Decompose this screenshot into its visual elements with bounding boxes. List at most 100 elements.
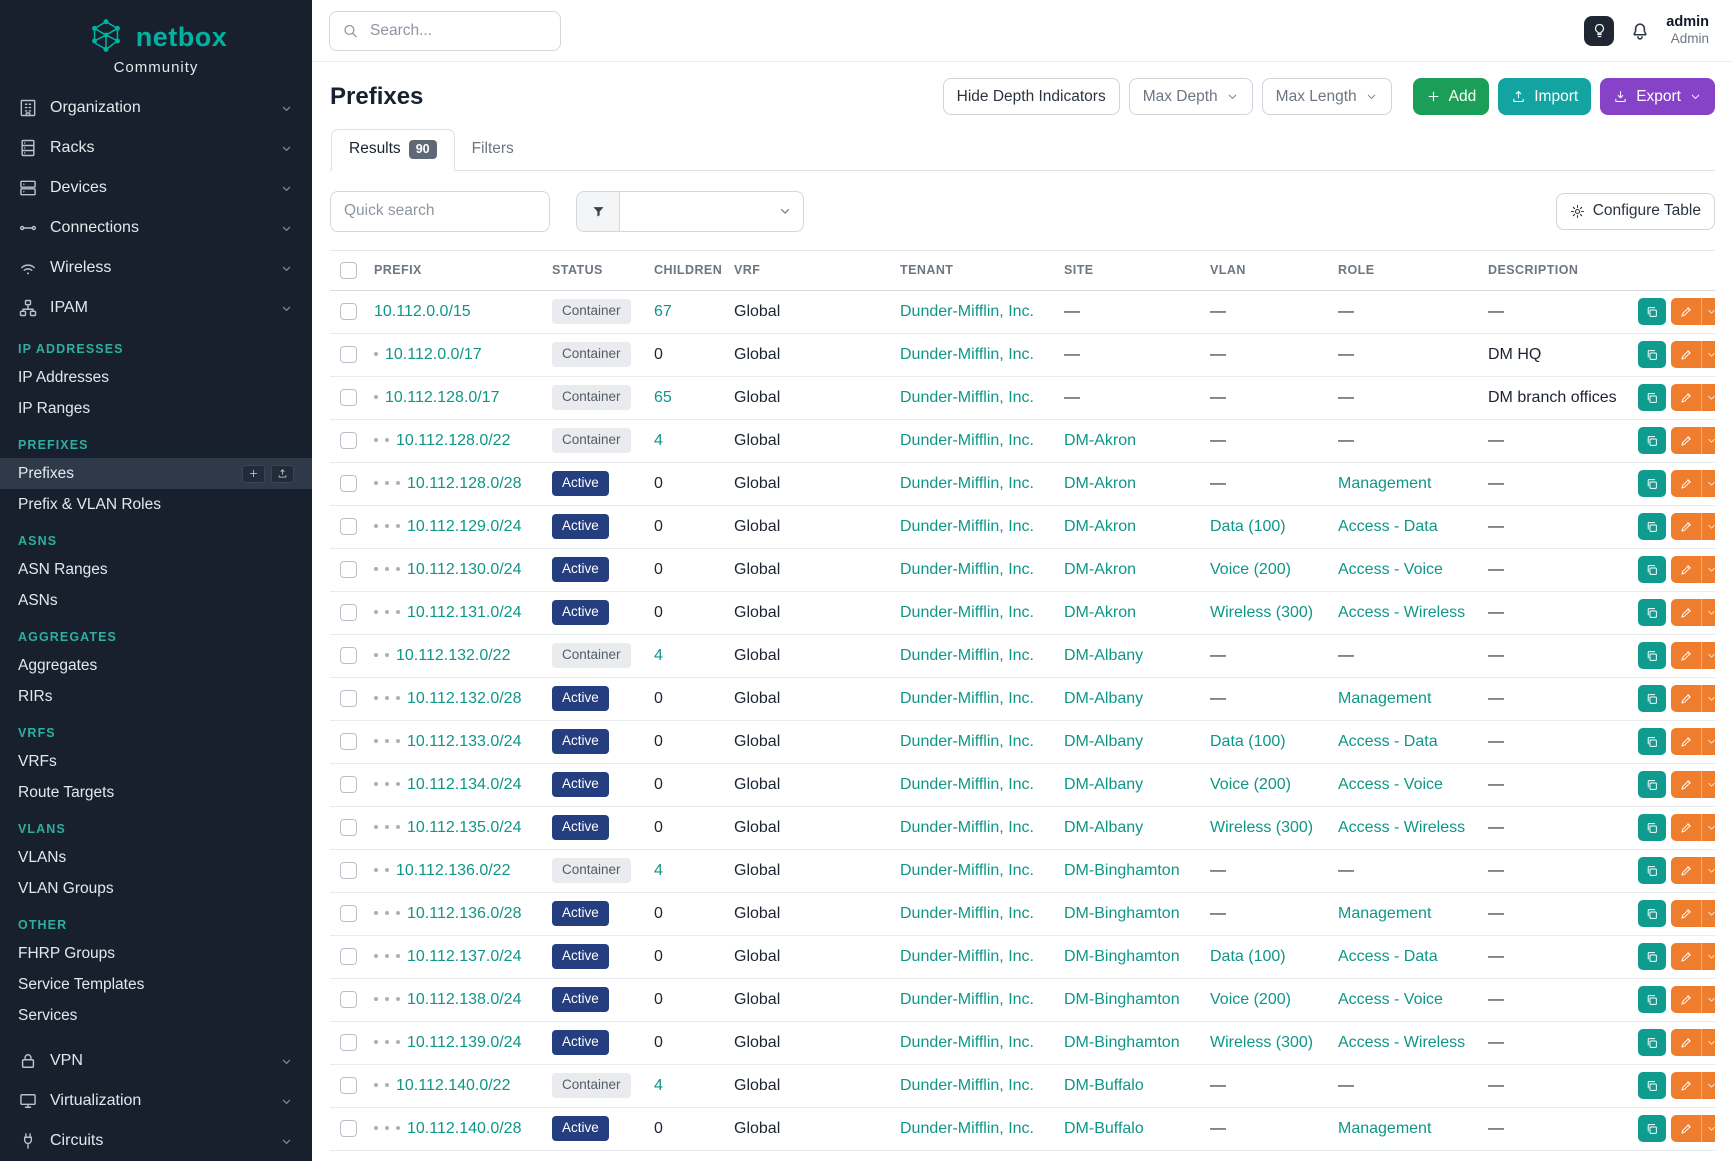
clone-button[interactable] [1638,298,1666,325]
tenant-link[interactable]: Dunder-Mifflin, Inc. [900,432,1034,449]
prefix-link[interactable]: 10.112.136.0/22 [396,862,510,879]
row-checkbox[interactable] [340,1034,357,1051]
sidebar-item-prefix-vlan-roles[interactable]: Prefix & VLAN Roles [0,489,312,520]
filter-button[interactable] [576,191,619,232]
sidebar-item-ip-ranges[interactable]: IP Ranges [0,393,312,424]
row-checkbox[interactable] [340,991,357,1008]
clone-button[interactable] [1638,728,1666,755]
sidebar-item-ipam[interactable]: IPAM [0,288,312,328]
site-link[interactable]: DM-Binghamton [1064,905,1180,922]
clone-button[interactable] [1638,1029,1666,1056]
sidebar-item-virtualization[interactable]: Virtualization [0,1081,312,1121]
role-link[interactable]: Access - Data [1338,733,1438,750]
role-link[interactable]: Access - Data [1338,948,1438,965]
site-link[interactable]: DM-Albany [1064,819,1143,836]
edit-dropdown-toggle[interactable] [1701,814,1715,841]
edit-dropdown-toggle[interactable] [1701,900,1715,927]
vlan-link[interactable]: Data (100) [1210,948,1286,965]
column-header-prefix[interactable]: PREFIX [374,250,552,290]
role-link[interactable]: Management [1338,690,1431,707]
tenant-link[interactable]: Dunder-Mifflin, Inc. [900,862,1034,879]
edit-button[interactable] [1671,685,1701,712]
row-checkbox[interactable] [340,518,357,535]
row-checkbox[interactable] [340,690,357,707]
sidebar-item-fhrp-groups[interactable]: FHRP Groups [0,938,312,969]
row-checkbox[interactable] [340,733,357,750]
sidebar-item-vlans[interactable]: VLANs [0,842,312,873]
site-link[interactable]: DM-Binghamton [1064,1034,1180,1051]
role-link[interactable]: Management [1338,475,1431,492]
site-link[interactable]: DM-Albany [1064,733,1143,750]
edit-button[interactable] [1671,513,1701,540]
sidebar-item-wireless[interactable]: Wireless [0,248,312,288]
row-checkbox[interactable] [340,1077,357,1094]
prefix-link[interactable]: 10.112.140.0/22 [396,1077,510,1094]
clone-button[interactable] [1638,814,1666,841]
edit-dropdown-toggle[interactable] [1701,556,1715,583]
prefix-link[interactable]: 10.112.129.0/24 [407,518,521,535]
select-all-checkbox[interactable] [340,262,357,279]
column-header-site[interactable]: SITE [1064,250,1210,290]
row-checkbox[interactable] [340,389,357,406]
children-link[interactable]: 4 [654,432,663,449]
configure-table-button[interactable]: Configure Table [1556,193,1715,230]
clone-button[interactable] [1638,341,1666,368]
edit-dropdown-toggle[interactable] [1701,857,1715,884]
children-link[interactable]: 4 [654,862,663,879]
site-link[interactable]: DM-Albany [1064,776,1143,793]
column-header-tenant[interactable]: TENANT [900,250,1064,290]
add-button[interactable]: Add [1413,78,1490,115]
edit-button[interactable] [1671,642,1701,669]
edit-dropdown-toggle[interactable] [1701,728,1715,755]
sidebar-item-ip-addresses[interactable]: IP Addresses [0,362,312,393]
sidebar-item-service-templates[interactable]: Service Templates [0,969,312,1000]
edit-button[interactable] [1671,986,1701,1013]
tenant-link[interactable]: Dunder-Mifflin, Inc. [900,733,1034,750]
site-link[interactable]: DM-Albany [1064,647,1143,664]
clone-button[interactable] [1638,384,1666,411]
edit-dropdown-toggle[interactable] [1701,685,1715,712]
column-header-vlan[interactable]: VLAN [1210,250,1338,290]
user-menu[interactable]: admin Admin [1666,13,1709,48]
edit-button[interactable] [1671,556,1701,583]
row-checkbox[interactable] [340,432,357,449]
tenant-link[interactable]: Dunder-Mifflin, Inc. [900,1120,1034,1137]
edit-dropdown-toggle[interactable] [1701,599,1715,626]
edit-button[interactable] [1671,943,1701,970]
prefix-link[interactable]: 10.112.131.0/24 [407,604,521,621]
site-link[interactable]: DM-Binghamton [1064,862,1180,879]
import-button[interactable]: Import [1498,78,1591,115]
children-link[interactable]: 4 [654,1077,663,1094]
tenant-link[interactable]: Dunder-Mifflin, Inc. [900,389,1034,406]
column-header-children[interactable]: CHILDREN [654,250,734,290]
sidebar-item-vpn[interactable]: VPN [0,1041,312,1081]
sidebar-item-organization[interactable]: Organization [0,88,312,128]
tenant-link[interactable]: Dunder-Mifflin, Inc. [900,604,1034,621]
vlan-link[interactable]: Wireless (300) [1210,604,1313,621]
row-checkbox[interactable] [340,776,357,793]
tenant-link[interactable]: Dunder-Mifflin, Inc. [900,819,1034,836]
clone-button[interactable] [1638,1072,1666,1099]
clone-button[interactable] [1638,427,1666,454]
prefix-link[interactable]: 10.112.137.0/24 [407,948,521,965]
sidebar-item-prefixes[interactable]: Prefixes [0,458,312,489]
prefix-link[interactable]: 10.112.130.0/24 [407,561,521,578]
role-link[interactable]: Access - Wireless [1338,819,1465,836]
row-checkbox[interactable] [340,604,357,621]
edit-dropdown-toggle[interactable] [1701,470,1715,497]
tenant-link[interactable]: Dunder-Mifflin, Inc. [900,776,1034,793]
edit-button[interactable] [1671,599,1701,626]
vlan-link[interactable]: Wireless (300) [1210,1034,1313,1051]
tenant-link[interactable]: Dunder-Mifflin, Inc. [900,346,1034,363]
site-link[interactable]: DM-Binghamton [1064,991,1180,1008]
edit-dropdown-toggle[interactable] [1701,986,1715,1013]
sidebar-item-vlan-groups[interactable]: VLAN Groups [0,873,312,904]
sidebar-item-asn-ranges[interactable]: ASN Ranges [0,554,312,585]
edit-button[interactable] [1671,771,1701,798]
prefix-link[interactable]: 10.112.138.0/24 [407,991,521,1008]
theme-toggle-button[interactable] [1584,16,1614,46]
edit-button[interactable] [1671,900,1701,927]
site-link[interactable]: DM-Albany [1064,690,1143,707]
prefix-link[interactable]: 10.112.139.0/24 [407,1034,521,1051]
tenant-link[interactable]: Dunder-Mifflin, Inc. [900,1034,1034,1051]
